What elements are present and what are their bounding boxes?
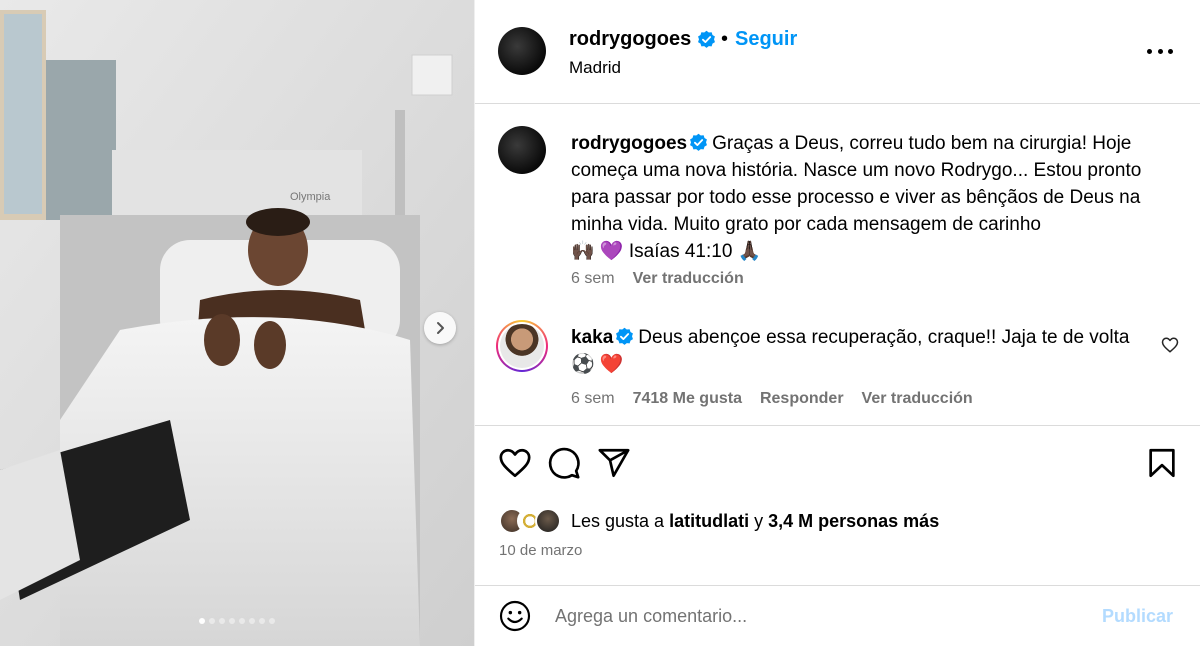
post-header: rodrygogoes • Seguir Madrid [475,0,1200,104]
comment-text: Deus abençoe essa recuperação, craque!! … [571,327,1130,375]
commenter-avatar[interactable] [496,320,548,372]
comment: kaka Deus abençoe essa recuperação, craq… [571,324,1131,378]
comment-icon[interactable] [547,446,581,480]
caption-username[interactable]: rodrygogoes [571,133,687,154]
verified-badge-icon [690,133,708,151]
publish-button[interactable]: Publicar [1102,606,1173,627]
follow-button[interactable]: Seguir [735,28,797,51]
carousel-dot [259,618,265,624]
caption-translate-link[interactable]: Ver traducción [633,270,744,288]
verified-badge-icon [698,30,716,48]
next-slide-button[interactable] [424,312,456,344]
liker-username[interactable]: latitudlati [669,511,749,532]
header-separator: • [721,28,729,50]
add-comment-bar: Publicar [475,585,1200,646]
emoji-icon[interactable] [499,600,531,632]
post-panel: rodrygogoes • Seguir Madrid rodrygogoes … [474,0,1200,646]
likers-avatars [499,508,561,534]
chevron-right-icon [437,322,444,334]
carousel-dot [199,618,205,624]
caption-meta: 6 sem Ver traducción [571,270,744,288]
comment-username[interactable]: kaka [571,327,613,348]
post-photo: Olympia [0,0,474,646]
post-actions: Les gusta a latitudlati y 3,4 M personas… [475,425,1200,585]
comment-like-heart-icon[interactable] [1161,336,1179,354]
comment-likes[interactable]: 7418 Me gusta [633,390,742,408]
carousel-dot [269,618,275,624]
reply-button[interactable]: Responder [760,390,844,408]
caption-author-avatar[interactable] [498,126,546,174]
author-username[interactable]: rodrygogoes [569,28,691,51]
likes-connector: y [754,510,764,531]
comment-meta: 6 sem 7418 Me gusta Responder Ver traduc… [571,390,973,408]
comment-time[interactable]: 6 sem [571,390,615,408]
carousel-dot [209,618,215,624]
carousel-dot [239,618,245,624]
heart-icon[interactable] [498,446,532,480]
likes-others[interactable]: 3,4 M personas más [768,511,939,532]
instagram-post: Olympia rodrygogoes • Seguir Madrid rodr… [0,0,1200,646]
carousel-dot [229,618,235,624]
author-avatar[interactable] [498,27,546,75]
share-icon[interactable] [597,446,631,480]
bookmark-icon[interactable] [1145,446,1179,480]
post-caption: rodrygogoes Graças a Deus, correu tudo b… [571,130,1171,265]
post-media[interactable]: Olympia [0,0,474,646]
carousel-dot [249,618,255,624]
likes-summary[interactable]: Les gusta a latitudlati y 3,4 M personas… [499,508,939,534]
carousel-dot [219,618,225,624]
more-options-icon[interactable] [1147,38,1173,64]
comment-translate-link[interactable]: Ver traducción [862,390,973,408]
caption-emoji-line: 🙌🏿 💜 Isaías 41:10 🙏🏿 [571,241,762,262]
svg-text:Olympia: Olympia [290,191,331,203]
post-location[interactable]: Madrid [569,58,621,78]
carousel-indicator [0,618,474,624]
author-username-row[interactable]: rodrygogoes [569,28,716,51]
verified-badge-icon [616,327,634,345]
likes-prefix: Les gusta a [571,510,665,531]
comment-input[interactable] [555,602,1075,630]
post-date[interactable]: 10 de marzo [499,542,582,559]
liker-avatar [535,508,561,534]
caption-time[interactable]: 6 sem [571,270,615,288]
